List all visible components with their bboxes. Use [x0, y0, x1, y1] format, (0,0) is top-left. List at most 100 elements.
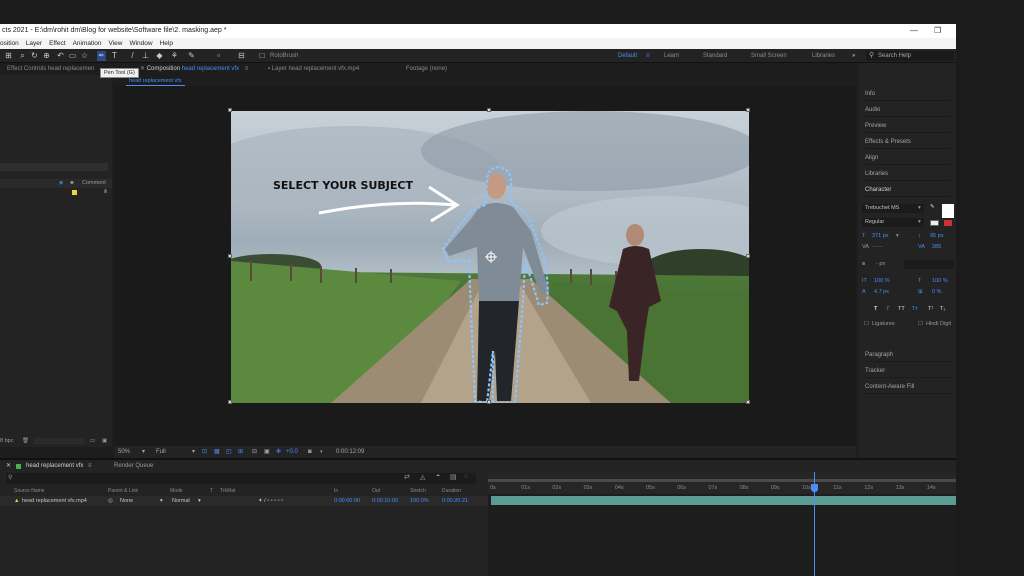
time-ruler[interactable]: 0s 01s 02s 03s 04s 05s 06s 07s 08s 09s 10s 11s 12s 13… [488, 472, 956, 494]
magnification-dropdown-icon[interactable]: ▾ [142, 446, 145, 458]
menu-effect[interactable]: Effect [49, 38, 66, 49]
shy-layers-icon[interactable]: ◓ [436, 473, 440, 480]
composition-viewer[interactable]: SELECT YOUR SUBJECT [114, 86, 856, 446]
layer-duration-bar[interactable] [491, 496, 956, 505]
grid-guides-icon[interactable]: ⊞ [238, 446, 243, 458]
motion-blur-icon[interactable]: ◌ [464, 473, 468, 480]
color-management-icon[interactable]: ▣ [264, 446, 270, 458]
exposure-value[interactable]: +0.0 [286, 446, 298, 458]
font-family-select[interactable]: Trebuchet MS [862, 204, 924, 213]
stroke-order-select[interactable] [904, 260, 954, 269]
parent-pickwhip-icon[interactable]: ◎ [108, 496, 113, 506]
snapshot-icon[interactable]: ◙ [308, 446, 312, 458]
baseline-shift-value[interactable]: 4.7 px [874, 289, 889, 295]
star-tool-icon[interactable]: ☆ [80, 51, 89, 61]
workspace-learn[interactable]: Learn [664, 49, 679, 63]
rotation-tool-icon[interactable]: ↻ [30, 51, 39, 61]
transform-handle-top-left[interactable] [228, 108, 232, 112]
faux-italic-button[interactable]: T [886, 306, 889, 312]
trash-icon[interactable]: 🗑 [22, 436, 29, 446]
current-time-indicator[interactable] [811, 472, 818, 576]
kerning-field[interactable]: —— [872, 244, 883, 250]
layer-mode-select[interactable]: Normal [172, 496, 190, 506]
roto-brush-tool-icon[interactable]: ⚘ [170, 51, 179, 61]
playhead-icon[interactable] [811, 484, 818, 492]
zoom-tool-icon[interactable]: ⌕ [18, 51, 27, 61]
all-caps-button[interactable]: TT [898, 306, 905, 312]
clone-stamp-tool-icon[interactable]: ⊥ [141, 51, 150, 61]
comp-flowchart-icon[interactable]: ⇄ [404, 473, 410, 481]
composition-frame[interactable]: SELECT YOUR SUBJECT [231, 111, 749, 403]
transform-handle-bottom-right[interactable] [746, 400, 750, 404]
folder-icon[interactable]: ▭ [90, 436, 95, 446]
stroke-width-value[interactable]: - px [876, 261, 885, 267]
tracking-value[interactable]: 285 [932, 244, 941, 250]
project-search-field[interactable] [0, 163, 108, 171]
panel-paragraph[interactable]: Paragraph [865, 349, 951, 362]
panel-align[interactable]: Align [865, 152, 951, 165]
layer-out-point[interactable]: 0:00:10:00 [372, 496, 398, 506]
composition-subtab[interactable]: head replacement vfx [126, 77, 185, 86]
layer-name[interactable]: head replacement vfx.mp4 [22, 496, 87, 506]
subscript-button[interactable]: T₁ [940, 306, 945, 312]
layer-stretch[interactable]: 100.0% [410, 496, 429, 506]
faux-bold-button[interactable]: T [874, 306, 877, 312]
transform-handle-top-right[interactable] [746, 108, 750, 112]
pan-behind-tool-icon[interactable]: ⊞ [4, 51, 13, 61]
hindi-digits-checkbox[interactable]: ☐ [918, 321, 923, 327]
layer-duration[interactable]: 0:00:20:21 [442, 496, 468, 506]
menu-help[interactable]: Help [160, 38, 173, 49]
font-style-dropdown-icon[interactable]: ▾ [918, 219, 921, 225]
ligatures-checkbox[interactable]: ☐ [864, 321, 869, 327]
timeline-tab-comp[interactable]: head replacement vfx [26, 460, 83, 472]
label-color-swatch[interactable] [72, 190, 77, 195]
timeline-menu-icon[interactable]: ≡ [88, 460, 92, 472]
reset-exposure-icon[interactable]: ✻ [276, 446, 281, 458]
menu-animation[interactable]: Animation [73, 38, 102, 49]
tab-effect-controls[interactable]: Effect Controls head replacemen [7, 63, 94, 75]
workspace-standard[interactable]: Standard [703, 49, 727, 63]
horizontal-scale-value[interactable]: 100 % [932, 278, 948, 284]
current-time-display[interactable]: 0:00:12:09 [336, 446, 364, 458]
brush-tool-icon[interactable]: / [128, 51, 137, 61]
composition-close-icon[interactable]: ✕ [140, 66, 147, 72]
maximize-button[interactable]: ❐ [934, 24, 941, 38]
vertical-scale-value[interactable]: 100 % [874, 278, 890, 284]
camera-tool-icon[interactable]: ⊕ [42, 51, 51, 61]
minimize-button[interactable]: — [910, 24, 918, 38]
panel-preview[interactable]: Preview [865, 120, 951, 133]
rectangle-tool-icon[interactable]: ▭ [68, 51, 77, 61]
timeline-layer-row[interactable]: ▲ head replacement vfx.mp4 ◎ None ▾ Norm… [0, 496, 488, 506]
draft-3d-icon[interactable]: ◬ [420, 473, 425, 481]
project-scrollbar[interactable] [34, 438, 84, 444]
puppet-pin-tool-icon[interactable]: ✎ [187, 51, 196, 61]
stroke-color-swatch[interactable] [930, 220, 939, 226]
menu-window[interactable]: Window [129, 38, 152, 49]
timeline-graph-area[interactable]: 0s 01s 02s 03s 04s 05s 06s 07s 08s 09s 10s 11s 12s 13… [488, 472, 956, 576]
render-queue-tab[interactable]: Render Queue [114, 460, 153, 472]
transform-handle-top-center[interactable] [487, 108, 491, 112]
layer-parent-select[interactable]: None [120, 496, 133, 506]
label-column-icon[interactable]: ◈ [59, 179, 63, 188]
panel-character[interactable]: Character [865, 184, 951, 197]
align-icon[interactable]: ⊟ [237, 51, 246, 61]
workspace-menu-icon[interactable]: ≡ [646, 49, 650, 63]
transform-handle-bottom-left[interactable] [228, 400, 232, 404]
new-comp-icon[interactable]: ▣ [102, 436, 107, 446]
mask-visibility-icon[interactable]: ◰ [226, 446, 232, 458]
tsume-value[interactable]: 0 % [932, 289, 941, 295]
menu-view[interactable]: View [108, 38, 122, 49]
font-family-dropdown-icon[interactable]: ▾ [918, 205, 921, 211]
workspace-libraries[interactable]: Libraries [812, 49, 835, 63]
font-size-value[interactable]: 371 px [872, 233, 889, 239]
panel-libraries[interactable]: Libraries [865, 168, 951, 181]
frame-blending-icon[interactable]: ▤ [450, 473, 457, 481]
resolution-dropdown-icon[interactable]: ▾ [192, 446, 195, 458]
search-help-field[interactable]: ⚲ Search Help [866, 51, 954, 61]
font-size-dropdown-icon[interactable]: ▾ [896, 233, 899, 239]
more-workspaces-icon[interactable]: » [852, 49, 855, 63]
panel-tracker[interactable]: Tracker [865, 365, 951, 378]
tab-composition[interactable]: ✕ Composition head replacement vfx ≡ [140, 63, 248, 75]
layer-in-point[interactable]: 0:00:00:00 [334, 496, 360, 506]
parent-dropdown-icon[interactable]: ▾ [160, 496, 163, 506]
